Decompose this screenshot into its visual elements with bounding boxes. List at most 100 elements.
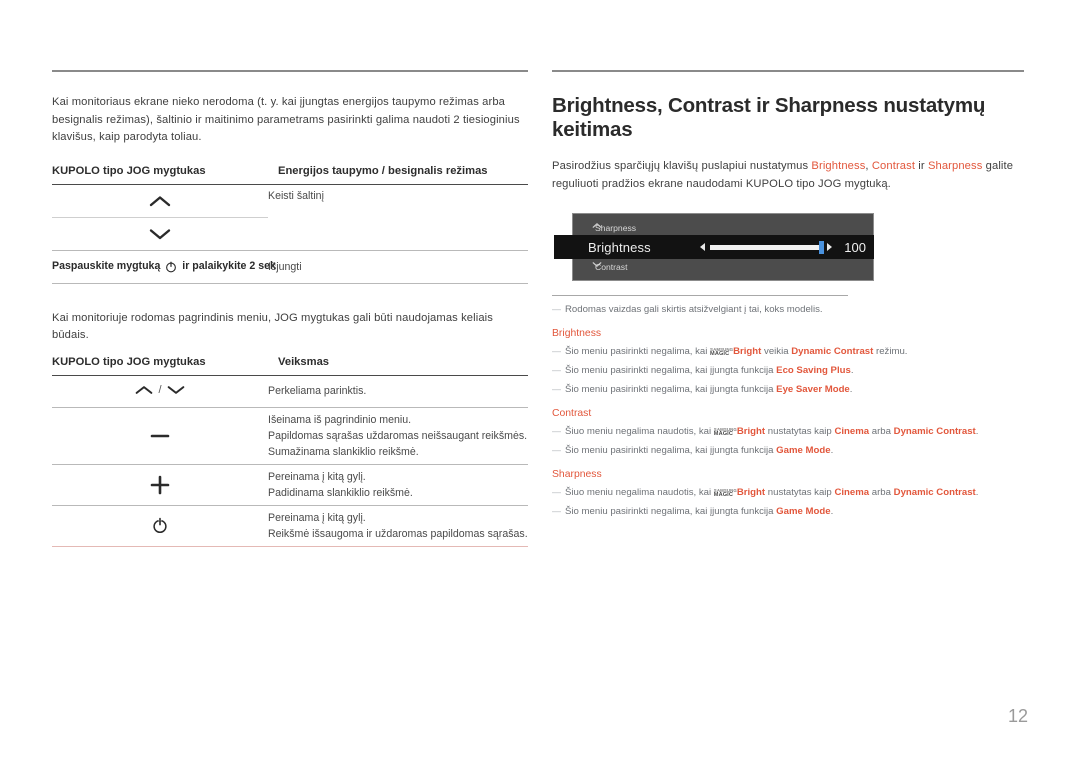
note-item: Šio meniu pasirinkti negalima, kai įjung… (552, 443, 1024, 458)
note-model-disclaimer: Rodomas vaizdas gali skirtis atsižvelgia… (552, 302, 1024, 317)
magicbright-logo: SAMSUNG MAGIC Bright (714, 486, 765, 500)
power-hold-label-post: ir palaikykite 2 sek (182, 260, 276, 273)
minus-icon (149, 429, 171, 443)
slider-knob[interactable] (819, 240, 824, 254)
note-item: Šiuo meniu negalima naudotis, kai SAMSUN… (552, 424, 1024, 439)
osd-row-brightness[interactable]: Brightness 100 (554, 235, 874, 259)
action-line: Išeinama iš pagrindinio meniu. (268, 413, 412, 426)
magicbright-stack: SAMSUNG MAGIC (713, 427, 737, 438)
action-line: Pereinama į kitą gylį. (268, 511, 366, 524)
chevron-up-icon (149, 195, 171, 207)
note-text-mid: veikia (761, 346, 792, 357)
jog-menu-table: KUPOLO tipo JOG mygtukas Veiksmas / Perk… (52, 356, 528, 547)
action-line: Reikšmė išsaugoma ir uždaromas papildoma… (268, 527, 528, 540)
magicbright-word: Bright (736, 487, 766, 498)
chevron-down-icon (149, 228, 171, 240)
note-section-title-sharpness: Sharpness (552, 469, 602, 480)
osd-brightness-label: Brightness (588, 239, 651, 255)
table-head: KUPOLO tipo JOG mygtukas Veiksmas (52, 355, 528, 375)
note-term-2: Dynamic Contrast (893, 426, 976, 437)
magicbright-logo: SAMSUNG MAGIC Bright (710, 345, 761, 359)
action-line: Papildomas sąrašas uždaromas neišsaugant… (268, 429, 528, 442)
chevron-up-icon (592, 222, 602, 232)
note-text-mid: nustatytas kaip (765, 487, 835, 498)
power-icon (152, 517, 168, 534)
table-header-row: KUPOLO tipo JOG mygtukas Veiksmas (52, 355, 528, 375)
page-number: 12 (1007, 706, 1028, 726)
note-text: Šio meniu pasirinkti negalima, kai (565, 346, 711, 357)
jog-power-hold-cell: Paspauskite mygtuką ir palaikykite 2 sek (52, 250, 276, 283)
intro-sep-2: ir (915, 160, 928, 172)
osd-brightness-slider[interactable]: 100 (700, 240, 866, 255)
intro-text-1: Pasirodžius sparčiųjų klavišų puslapiui … (552, 160, 812, 172)
note-section-title-contrast: Contrast (552, 408, 592, 419)
magicbright-word: Bright (733, 346, 762, 357)
action-line: Padidinama slankiklio reikšmė. (268, 486, 413, 499)
table-body: / Perkeliama parinktis. Išeinama iš pagr… (52, 375, 528, 546)
note-text-mid2: arba (869, 487, 894, 498)
note-text: Šio meniu pasirinkti negalima, kai įjung… (565, 445, 777, 456)
osd-row-sharpness[interactable]: Sharpness (573, 219, 873, 236)
note-text: Šio meniu pasirinkti negalima, kai įjung… (565, 506, 777, 517)
arrow-right-icon[interactable] (827, 243, 832, 251)
arrow-left-icon[interactable] (700, 243, 705, 251)
note-term: Eco Saving Plus (776, 365, 851, 376)
right-intro-paragraph: Pasirodžius sparčiųjų klavišų puslapiui … (552, 158, 1024, 193)
note-text: Šiuo meniu negalima naudotis, kai (565, 487, 714, 498)
table-row: Pereinama į kitą gylį. Reikšmė išsaugoma… (52, 505, 528, 546)
chevron-up-down-icon: / (135, 384, 184, 396)
note-section-title-brightness: Brightness (552, 328, 602, 339)
note-text-post: . (830, 506, 834, 517)
magicbright-logo: SAMSUNG MAGIC Bright (714, 425, 765, 439)
note-term: Game Mode (776, 506, 831, 517)
table-row: / Perkeliama parinktis. (52, 375, 528, 407)
note-term: Dynamic Contrast (791, 346, 874, 357)
table-body: Keisti šaltinį Paspauskite mygtuką ir pa… (52, 184, 528, 283)
magicbright-magic: MAGIC (713, 492, 734, 498)
note-text-mid: nustatytas kaip (765, 426, 835, 437)
action-power-off: Išjungti (268, 260, 302, 273)
action-line: Pereinama į kitą gylį. (268, 470, 366, 483)
column-header-action: Veiksmas (278, 355, 330, 368)
magicbright-stack: SAMSUNG MAGIC (713, 488, 737, 499)
jog-plus-cell (52, 464, 268, 505)
table-row: Paspauskite mygtuką ir palaikykite 2 sek… (52, 250, 528, 283)
action-move-option: Perkeliama parinktis. (268, 375, 528, 407)
note-text-post: . (849, 384, 853, 395)
note-item: Šio meniu pasirinkti negalima, kai įjung… (552, 504, 1024, 519)
jog-power-cell (52, 505, 268, 546)
note-term: Cinema (834, 487, 870, 498)
column-header-jog-button: KUPOLO tipo JOG mygtukas (52, 164, 206, 177)
chevron-down-icon (592, 261, 602, 271)
accent-brightness: Brightness (811, 160, 866, 172)
action-plus-list: Pereinama į kitą gylį. Padidinama slanki… (268, 464, 528, 505)
osd-row-contrast[interactable]: Contrast (573, 258, 873, 275)
accent-sharpness: Sharpness (927, 160, 983, 172)
right-column: Brightness, Contrast ir Sharpness nustat… (552, 70, 1024, 524)
note-text: Šio meniu pasirinkti negalima, kai įjung… (565, 384, 777, 395)
column-header-jog-button-2: KUPOLO tipo JOG mygtukas (52, 355, 206, 368)
plus-icon (149, 474, 171, 496)
note-text: Šiuo meniu negalima naudotis, kai (565, 426, 714, 437)
column-header-power-mode: Energijos taupymo / besignalis režimas (278, 164, 488, 177)
note-text-post: . (975, 426, 979, 437)
jog-direct-key-table: KUPOLO tipo JOG mygtukas Energijos taupy… (52, 165, 528, 284)
table-row: Keisti šaltinį (52, 184, 528, 218)
note-term-2: Dynamic Contrast (893, 487, 976, 498)
magicbright-magic: MAGIC (713, 431, 734, 437)
action-line: Perkeliama parinktis. (268, 385, 367, 397)
table-header-row: KUPOLO tipo JOG mygtukas Energijos taupy… (52, 164, 528, 184)
note-item: Šiuo meniu negalima naudotis, kai SAMSUN… (552, 485, 1024, 500)
table-head: KUPOLO tipo JOG mygtukas Energijos taupy… (52, 164, 528, 184)
section-divider-right (552, 70, 1024, 72)
note-text-post: . (830, 445, 834, 456)
action-change-source: Keisti šaltinį (268, 189, 324, 202)
left-intro-paragraph: Kai monitoriaus ekrane nieko nerodoma (t… (52, 96, 520, 143)
jog-down-cell (52, 217, 268, 250)
left-column: Kai monitoriaus ekrane nieko nerodoma (t… (52, 70, 528, 547)
slider-track[interactable] (710, 240, 824, 254)
jog-minus-cell (52, 407, 268, 464)
note-text-post: režimu. (873, 346, 908, 357)
jog-up-down-cell: / (52, 375, 268, 407)
page-title: Brightness, Contrast ir Sharpness nustat… (552, 94, 986, 141)
